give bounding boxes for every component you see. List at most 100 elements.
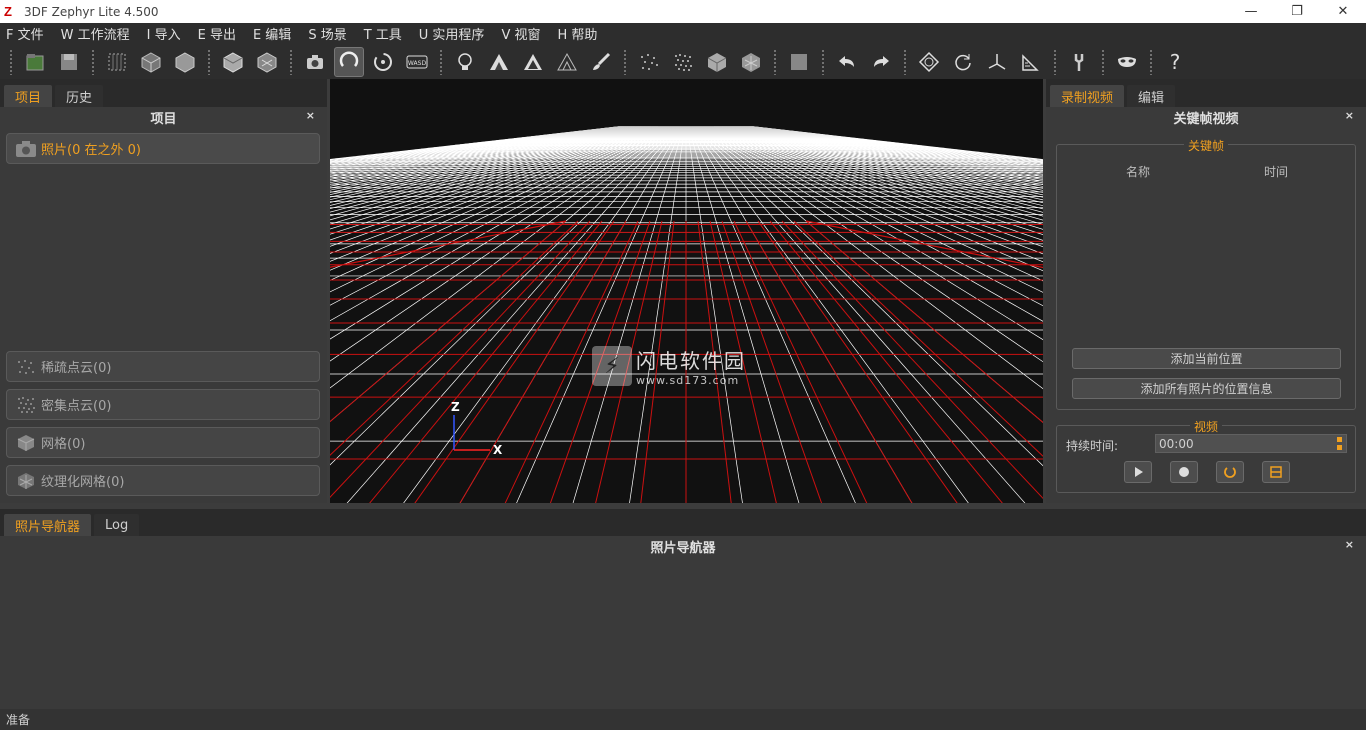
pivot-mode-button[interactable] <box>368 47 398 77</box>
grid-line <box>769 220 1003 503</box>
sparse-reconstruction-button[interactable] <box>102 47 132 77</box>
show-dense-button[interactable] <box>668 47 698 77</box>
axis-tool-button[interactable] <box>982 47 1012 77</box>
duration-field[interactable]: 00:00 <box>1155 434 1347 453</box>
textured-mesh-item[interactable]: 纹理化网格(0) <box>6 465 320 496</box>
photo-navigator-header: 照片导航器 × <box>0 536 1366 556</box>
show-sparse-button[interactable] <box>634 47 664 77</box>
paint-button[interactable] <box>586 47 616 77</box>
masking-button[interactable] <box>1112 47 1142 77</box>
dense-reconstruction-button[interactable] <box>136 47 166 77</box>
undo-button[interactable] <box>832 47 862 77</box>
menu-scene[interactable]: S 场景 <box>308 24 346 43</box>
redo-button[interactable] <box>866 47 896 77</box>
help-button[interactable]: ? <box>1160 47 1190 77</box>
toolbar: WASD ? <box>0 44 1366 79</box>
wasd-icon: WASD <box>406 55 428 68</box>
tab-photo-navigator[interactable]: 照片导航器 <box>4 514 92 536</box>
tab-history[interactable]: 历史 <box>55 85 104 107</box>
mesh-button[interactable] <box>170 47 200 77</box>
orbit-mode-button[interactable] <box>334 46 364 77</box>
window-title: 3DF Zephyr Lite 4.500 <box>24 4 159 19</box>
menu-view[interactable]: V 视窗 <box>501 24 540 43</box>
video-group-title: 视频 <box>1189 420 1222 434</box>
texture-button[interactable] <box>218 47 248 77</box>
spin-down-icon[interactable] <box>1337 445 1342 450</box>
video-panel: 录制视频 编辑 关键帧视频 × 关键帧 名称 时间 添加当前位置 添加所有照片的… <box>1046 79 1366 503</box>
shaded-view-button[interactable] <box>552 47 582 77</box>
video-group: 视频 持续时间: 00:00 <box>1056 420 1356 493</box>
new-project-button[interactable] <box>20 47 50 77</box>
column-time-header[interactable]: 时间 <box>1264 163 1288 180</box>
menu-workflow[interactable]: W 工作流程 <box>61 24 130 43</box>
close-icon[interactable]: × <box>306 109 315 122</box>
square-icon <box>791 53 807 70</box>
project-panel-header: 项目 × <box>0 107 327 127</box>
mesh-solid-icon <box>707 52 727 72</box>
sparse-cloud-icon <box>15 358 37 376</box>
keyframes-group-title: 关键帧 <box>1183 139 1228 153</box>
axes-icon <box>988 53 1006 70</box>
mesh-textured-icon <box>742 52 760 72</box>
tab-record-video[interactable]: 录制视频 <box>1050 85 1125 107</box>
dense-cloud-item[interactable]: 密集点云(0) <box>6 389 320 420</box>
tab-edit[interactable]: 编辑 <box>1127 85 1176 107</box>
wireframe-view-button[interactable] <box>518 47 548 77</box>
points-view-button[interactable] <box>484 47 514 77</box>
add-current-position-button[interactable]: 添加当前位置 <box>1072 348 1341 369</box>
add-all-photo-positions-button[interactable]: 添加所有照片的位置信息 <box>1072 378 1341 399</box>
menu-tools[interactable]: T 工具 <box>364 24 402 43</box>
tab-project[interactable]: 项目 <box>4 85 53 107</box>
close-icon[interactable]: × <box>1345 109 1354 122</box>
menu-import[interactable]: I 导入 <box>147 24 181 43</box>
loop-button[interactable] <box>1216 461 1244 483</box>
transform-button[interactable] <box>914 47 944 77</box>
menu-file[interactable]: F 文件 <box>6 24 44 43</box>
settings-button[interactable] <box>1064 47 1094 77</box>
mesh-cube-icon <box>175 51 195 73</box>
loop-icon <box>1224 467 1236 478</box>
close-window-button[interactable]: ✕ <box>1320 0 1366 23</box>
camera-icon <box>307 54 323 69</box>
grid-line <box>369 220 603 503</box>
mesh-item[interactable]: 网格(0) <box>6 427 320 458</box>
export-video-button[interactable] <box>1262 461 1290 483</box>
wasd-mode-button[interactable]: WASD <box>402 47 432 77</box>
textured-mesh-label: 纹理化网格(0) <box>41 475 125 490</box>
fog-overlay <box>330 79 1043 199</box>
grid-line <box>330 220 567 423</box>
play-button[interactable] <box>1124 461 1152 483</box>
menu-utilities[interactable]: U 实用程序 <box>419 24 485 43</box>
texture-mesh-button[interactable] <box>252 47 282 77</box>
photos-item[interactable]: 照片(0 在之外 0) <box>6 133 320 164</box>
bounding-box-button[interactable] <box>784 47 814 77</box>
show-textured-button[interactable] <box>736 47 766 77</box>
spin-up-icon[interactable] <box>1337 437 1342 442</box>
tab-log[interactable]: Log <box>94 514 140 536</box>
3d-viewport[interactable]: ⚡ 闪电软件园 www.sd173.com Z X <box>330 79 1043 503</box>
menu-help[interactable]: H 帮助 <box>557 24 597 43</box>
show-mesh-button[interactable] <box>702 47 732 77</box>
minimize-button[interactable]: — <box>1228 0 1274 23</box>
photo-navigator-title: 照片导航器 <box>650 540 716 556</box>
menu-export[interactable]: E 导出 <box>198 24 236 43</box>
toolbar-separator <box>1149 48 1153 75</box>
record-button[interactable] <box>1170 461 1198 483</box>
axis-z-label: Z <box>451 400 460 414</box>
duration-spinner[interactable] <box>1337 437 1343 450</box>
column-name-header[interactable]: 名称 <box>1126 163 1150 180</box>
record-icon <box>1179 467 1189 477</box>
close-icon[interactable]: × <box>1345 538 1354 551</box>
measure-button[interactable] <box>1016 47 1046 77</box>
sparse-cloud-item[interactable]: 稀疏点云(0) <box>6 351 320 382</box>
toolbar-separator <box>821 48 825 75</box>
rotate-button[interactable] <box>948 47 978 77</box>
menu-edit[interactable]: E 编辑 <box>253 24 291 43</box>
maximize-button[interactable]: ❐ <box>1274 0 1320 23</box>
video-tabbar: 录制视频 编辑 <box>1046 79 1366 107</box>
light-button[interactable] <box>450 47 480 77</box>
screenshot-button[interactable] <box>300 47 330 77</box>
lightning-logo-icon: ⚡ <box>592 346 632 386</box>
dense-cloud-icon <box>15 396 37 414</box>
save-button[interactable] <box>54 47 84 77</box>
